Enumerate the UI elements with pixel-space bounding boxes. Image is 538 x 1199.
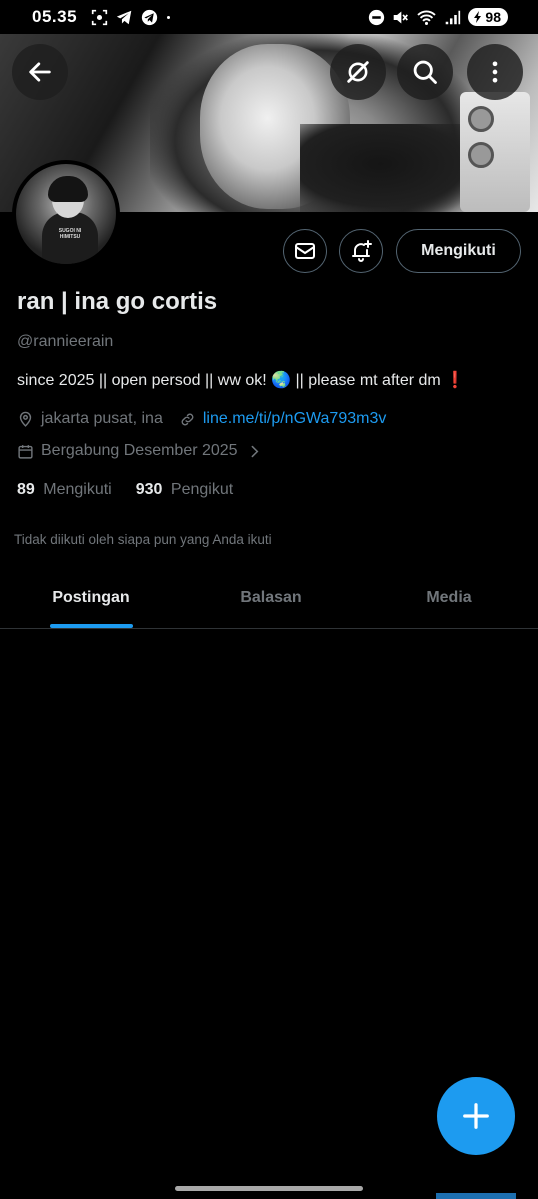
notify-button[interactable] — [339, 229, 383, 273]
more-vertical-icon — [492, 61, 498, 83]
joined-row[interactable]: Bergabung Desember 2025 — [17, 442, 270, 460]
grok-button[interactable] — [330, 44, 386, 100]
tab-postingan[interactable]: Postingan — [0, 568, 182, 628]
profile-tabs: Postingan Balasan Media — [0, 568, 538, 629]
dot-icon — [167, 15, 171, 19]
banner-photo-panel — [460, 92, 530, 212]
follow-stats: 89 Mengikuti 930 Pengikut — [17, 481, 233, 499]
meta-location-link-row: jakarta pusat, ina line.me/ti/p/nGWa793m… — [17, 410, 386, 428]
calendar-icon — [18, 444, 33, 459]
location-text: jakarta pusat, ina — [41, 410, 163, 427]
charging-icon — [474, 11, 482, 23]
battery-indicator: 98 — [468, 8, 508, 26]
grok-icon — [347, 61, 369, 83]
bio: since 2025 || open persod || ww ok! 🌏 ||… — [17, 372, 466, 389]
search-icon — [413, 60, 437, 84]
mute-icon — [394, 11, 409, 23]
followers-count: 930 — [135, 481, 163, 498]
more-button[interactable] — [467, 44, 523, 100]
compose-button[interactable] — [437, 1077, 515, 1155]
signal-icon — [446, 10, 461, 24]
user-handle: @rannieerain — [17, 333, 114, 350]
link-icon — [181, 413, 194, 425]
gesture-nav-handle[interactable] — [175, 1186, 363, 1191]
search-button[interactable] — [397, 44, 453, 100]
dnd-icon — [369, 9, 385, 25]
envelope-icon — [295, 243, 315, 259]
followers-label: Pengikut — [170, 481, 234, 498]
bottom-bar-fragment — [436, 1193, 516, 1199]
location-pin-icon — [19, 411, 32, 427]
tab-balasan[interactable]: Balasan — [182, 568, 360, 628]
arrow-left-icon — [29, 62, 51, 82]
screenshot-icon — [91, 9, 108, 25]
following-stat[interactable]: 89 Mengikuti — [17, 481, 112, 499]
active-tab-indicator — [49, 624, 133, 628]
tab-media[interactable]: Media — [360, 568, 538, 628]
status-time: 05.35 — [32, 7, 78, 26]
profile-link[interactable]: line.me/ti/p/nGWa793m3v — [203, 410, 386, 428]
bell-plus-icon — [352, 240, 372, 262]
telegram-icon — [116, 10, 132, 24]
tab-label: Media — [426, 589, 472, 606]
battery-level: 98 — [485, 9, 501, 25]
avatar[interactable]: SUGOI NI HIMITSU — [12, 160, 120, 268]
tab-label: Balasan — [240, 589, 302, 606]
avatar-shirt-text: SUGOI NI HIMITSU — [58, 228, 82, 240]
mutual-followers-note: Tidak diikuti oleh siapa pun yang Anda i… — [14, 532, 272, 547]
followers-stat[interactable]: 930 Pengikut — [136, 481, 233, 499]
following-label: Mengikuti — [43, 481, 112, 498]
wifi-icon — [417, 10, 437, 25]
status-bar: 05.35 98 — [0, 0, 538, 34]
joined-date: Bergabung Desember 2025 — [41, 442, 238, 459]
display-name: ran | ina go cortis — [17, 288, 218, 315]
message-button[interactable] — [283, 229, 327, 273]
following-count: 89 — [17, 481, 35, 498]
plus-icon — [463, 1103, 489, 1129]
tab-label: Postingan — [52, 589, 130, 606]
following-button[interactable]: Mengikuti — [396, 229, 521, 273]
chevron-right-icon — [251, 445, 259, 457]
telegram-icon — [141, 9, 158, 25]
back-button[interactable] — [12, 44, 68, 100]
